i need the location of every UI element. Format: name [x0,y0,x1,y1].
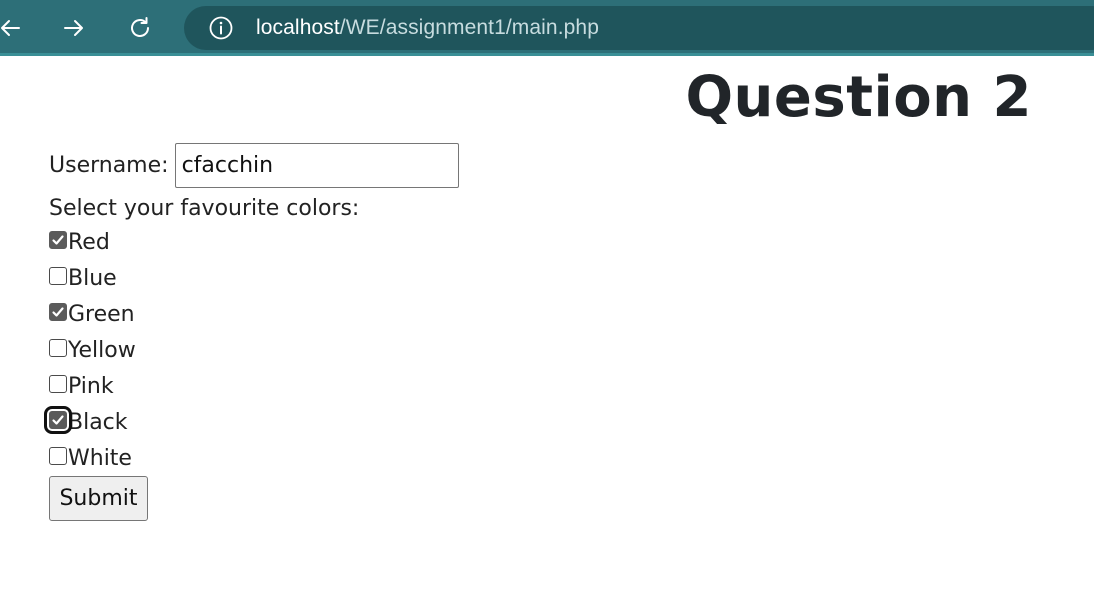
page-title: Question 2 [685,65,1032,130]
checkbox-label-red: Red [68,229,110,255]
url-host: localhost [256,16,340,39]
checkbox-label-green: Green [68,301,135,327]
username-row: Username: cfacchin [49,142,459,188]
colors-form: Username: cfacchin Select your favourite… [44,142,459,521]
back-button[interactable] [0,12,26,44]
checkbox-label-pink: Pink [68,373,114,399]
color-option-green: Green [49,296,459,332]
forward-button[interactable] [58,12,90,44]
color-option-white: White [49,440,459,476]
reload-button[interactable] [124,12,156,44]
checkbox-pink[interactable] [49,375,67,393]
username-label: Username: [49,152,169,178]
color-option-red: Red [49,224,459,260]
url-text[interactable]: localhost/WE/assignment1/main.php [256,16,599,40]
reload-icon [131,17,149,37]
submit-button[interactable]: Submit [49,476,148,521]
checkbox-label-blue: Blue [68,265,117,291]
colors-prompt: Select your favourite colors: [49,196,360,221]
checkbox-label-black: Black [68,409,128,435]
color-option-yellow: Yellow [49,332,459,368]
forward-arrow-icon [64,20,83,36]
checkbox-blue[interactable] [49,267,67,285]
color-option-black: Black [44,404,459,440]
browser-toolbar: localhost/WE/assignment1/main.php [0,0,1094,56]
checkbox-label-yellow: Yellow [68,337,136,363]
color-option-blue: Blue [49,260,459,296]
checkmark-icon [52,235,64,245]
checkbox-yellow[interactable] [49,339,67,357]
url-path: /WE/assignment1/main.php [339,16,599,39]
checkbox-red[interactable] [49,231,67,249]
address-bar[interactable]: localhost/WE/assignment1/main.php [184,6,1094,50]
checkmark-icon [52,415,64,425]
checkbox-green[interactable] [49,303,67,321]
checkbox-label-white: White [68,445,132,471]
back-arrow-icon [1,20,20,36]
checkmark-icon [52,307,64,317]
page-content: Question 2 Username: cfacchin Select you… [0,59,1094,604]
checkbox-black[interactable] [44,406,72,434]
info-icon[interactable] [208,15,234,41]
checkbox-white[interactable] [49,447,67,465]
color-option-pink: Pink [49,368,459,404]
username-input[interactable]: cfacchin [174,142,459,188]
